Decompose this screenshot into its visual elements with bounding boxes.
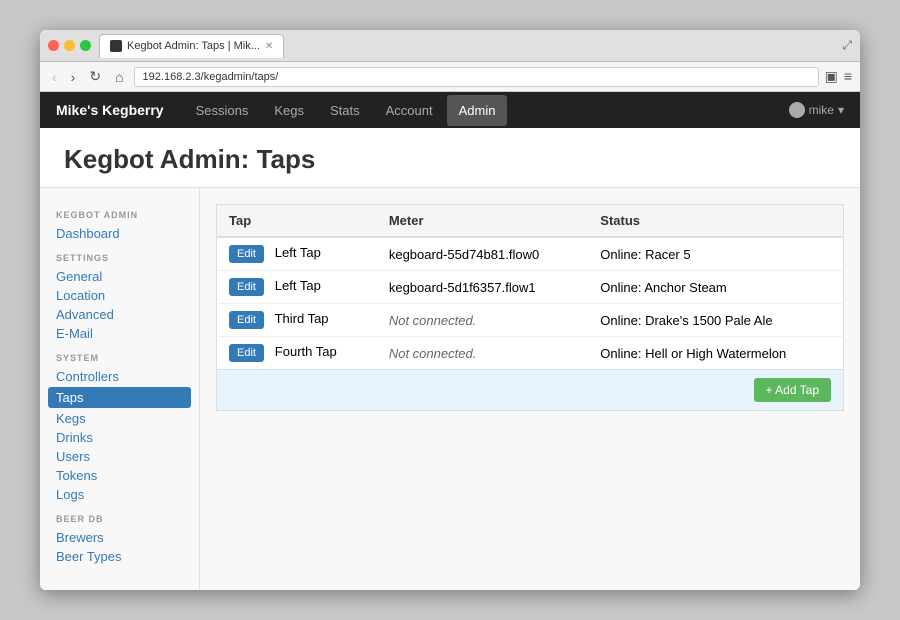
table-area: Tap Meter Status Edit Left Tap kegboard-… bbox=[200, 188, 860, 590]
page-title: Kegbot Admin: Taps bbox=[64, 144, 836, 175]
browser-tab[interactable]: Kegbot Admin: Taps | Mik... ✕ bbox=[99, 34, 284, 58]
user-avatar-icon bbox=[789, 102, 805, 118]
nav-links: Sessions Kegs Stats Account Admin bbox=[184, 95, 508, 126]
tab-bar: Kegbot Admin: Taps | Mik... ✕ bbox=[99, 34, 842, 58]
sidebar-item-controllers[interactable]: Controllers bbox=[56, 367, 183, 386]
sidebar-item-beer-types[interactable]: Beer Types bbox=[56, 547, 183, 566]
col-status: Status bbox=[588, 205, 843, 238]
cell-meter-1: kegboard-5d1f6357.flow1 bbox=[377, 271, 588, 304]
sidebar-item-tokens[interactable]: Tokens bbox=[56, 466, 183, 485]
sidebar-item-email[interactable]: E-Mail bbox=[56, 324, 183, 343]
sidebar-section-kegbot-admin: KEGBOT ADMIN bbox=[56, 210, 183, 220]
sidebar-item-logs[interactable]: Logs bbox=[56, 485, 183, 504]
edit-button-1[interactable]: Edit bbox=[229, 278, 264, 296]
title-bar: Kegbot Admin: Taps | Mik... ✕ ⤢ bbox=[40, 30, 860, 62]
address-bar: ‹ › ↻ ⌂ ▣ ≡ bbox=[40, 62, 860, 92]
app-navbar: Mike's Kegberry Sessions Kegs Stats Acco… bbox=[40, 92, 860, 128]
main-layout: KEGBOT ADMIN Dashboard SETTINGS General … bbox=[40, 188, 860, 590]
add-tap-label: + Add Tap bbox=[766, 383, 820, 397]
sidebar-item-brewers[interactable]: Brewers bbox=[56, 528, 183, 547]
sidebar: KEGBOT ADMIN Dashboard SETTINGS General … bbox=[40, 188, 200, 590]
nav-link-kegs[interactable]: Kegs bbox=[262, 95, 316, 126]
home-button[interactable]: ⌂ bbox=[111, 67, 127, 87]
nav-link-account[interactable]: Account bbox=[374, 95, 445, 126]
edit-button-0[interactable]: Edit bbox=[229, 245, 264, 263]
add-tap-button[interactable]: + Add Tap bbox=[754, 378, 832, 402]
sidebar-item-kegs[interactable]: Kegs bbox=[56, 409, 183, 428]
cell-tap-3: Edit Fourth Tap bbox=[217, 337, 377, 370]
cell-status-0: Online: Racer 5 bbox=[588, 237, 843, 271]
col-tap: Tap bbox=[217, 205, 377, 238]
sidebar-item-users[interactable]: Users bbox=[56, 447, 183, 466]
cell-tap-0: Edit Left Tap bbox=[217, 237, 377, 271]
meter-value-2: Not connected. bbox=[389, 313, 476, 328]
cell-tap-2: Edit Third Tap bbox=[217, 304, 377, 337]
cell-tap-1: Edit Left Tap bbox=[217, 271, 377, 304]
nav-username: mike bbox=[809, 103, 834, 117]
refresh-button[interactable]: ↻ bbox=[85, 66, 105, 87]
sidebar-section-system: SYSTEM bbox=[56, 353, 183, 363]
table-footer: + Add Tap bbox=[216, 370, 844, 411]
app-brand: Mike's Kegberry bbox=[56, 102, 164, 118]
taps-table: Tap Meter Status Edit Left Tap kegboard-… bbox=[216, 204, 844, 370]
maximize-button[interactable] bbox=[80, 40, 91, 51]
browser-window: Kegbot Admin: Taps | Mik... ✕ ⤢ ‹ › ↻ ⌂ … bbox=[40, 30, 860, 590]
cell-status-2: Online: Drake's 1500 Pale Ale bbox=[588, 304, 843, 337]
table-row: Edit Fourth Tap Not connected. Online: H… bbox=[217, 337, 844, 370]
meter-value-1: kegboard-5d1f6357.flow1 bbox=[389, 280, 536, 295]
meter-value-0: kegboard-55d74b81.flow0 bbox=[389, 247, 539, 262]
sidebar-item-drinks[interactable]: Drinks bbox=[56, 428, 183, 447]
cell-status-3: Online: Hell or High Watermelon bbox=[588, 337, 843, 370]
meter-value-3: Not connected. bbox=[389, 346, 476, 361]
cell-meter-3: Not connected. bbox=[377, 337, 588, 370]
nav-link-sessions[interactable]: Sessions bbox=[184, 95, 261, 126]
nav-link-admin[interactable]: Admin bbox=[447, 95, 508, 126]
screen-icon: ▣ bbox=[825, 68, 838, 85]
table-header-row: Tap Meter Status bbox=[217, 205, 844, 238]
sidebar-item-general[interactable]: General bbox=[56, 267, 183, 286]
sidebar-item-taps[interactable]: Taps bbox=[48, 387, 191, 408]
favicon-icon bbox=[110, 40, 122, 52]
address-input[interactable] bbox=[134, 67, 819, 87]
traffic-lights bbox=[48, 40, 91, 51]
expand-icon[interactable]: ⤢ bbox=[842, 38, 852, 53]
page-content: Kegbot Admin: Taps KEGBOT ADMIN Dashboar… bbox=[40, 128, 860, 590]
close-button[interactable] bbox=[48, 40, 59, 51]
cell-meter-2: Not connected. bbox=[377, 304, 588, 337]
toolbar-icons: ▣ ≡ bbox=[825, 68, 852, 85]
table-row: Edit Left Tap kegboard-55d74b81.flow0 On… bbox=[217, 237, 844, 271]
tab-title: Kegbot Admin: Taps | Mik... bbox=[127, 40, 260, 52]
nav-dropdown-icon[interactable]: ▾ bbox=[838, 103, 844, 117]
col-meter: Meter bbox=[377, 205, 588, 238]
sidebar-item-dashboard[interactable]: Dashboard bbox=[56, 224, 183, 243]
sidebar-item-advanced[interactable]: Advanced bbox=[56, 305, 183, 324]
back-button[interactable]: ‹ bbox=[48, 67, 61, 87]
edit-button-3[interactable]: Edit bbox=[229, 344, 264, 362]
nav-user: mike ▾ bbox=[789, 102, 844, 118]
sidebar-section-beerdb: BEER DB bbox=[56, 514, 183, 524]
sidebar-section-settings: SETTINGS bbox=[56, 253, 183, 263]
page-header: Kegbot Admin: Taps bbox=[40, 128, 860, 188]
sidebar-item-location[interactable]: Location bbox=[56, 286, 183, 305]
forward-button[interactable]: › bbox=[67, 67, 80, 87]
cell-status-1: Online: Anchor Steam bbox=[588, 271, 843, 304]
menu-icon[interactable]: ≡ bbox=[844, 68, 852, 85]
tab-close-button[interactable]: ✕ bbox=[265, 41, 273, 52]
nav-link-stats[interactable]: Stats bbox=[318, 95, 372, 126]
edit-button-2[interactable]: Edit bbox=[229, 311, 264, 329]
table-row: Edit Left Tap kegboard-5d1f6357.flow1 On… bbox=[217, 271, 844, 304]
cell-meter-0: kegboard-55d74b81.flow0 bbox=[377, 237, 588, 271]
table-row: Edit Third Tap Not connected. Online: Dr… bbox=[217, 304, 844, 337]
minimize-button[interactable] bbox=[64, 40, 75, 51]
